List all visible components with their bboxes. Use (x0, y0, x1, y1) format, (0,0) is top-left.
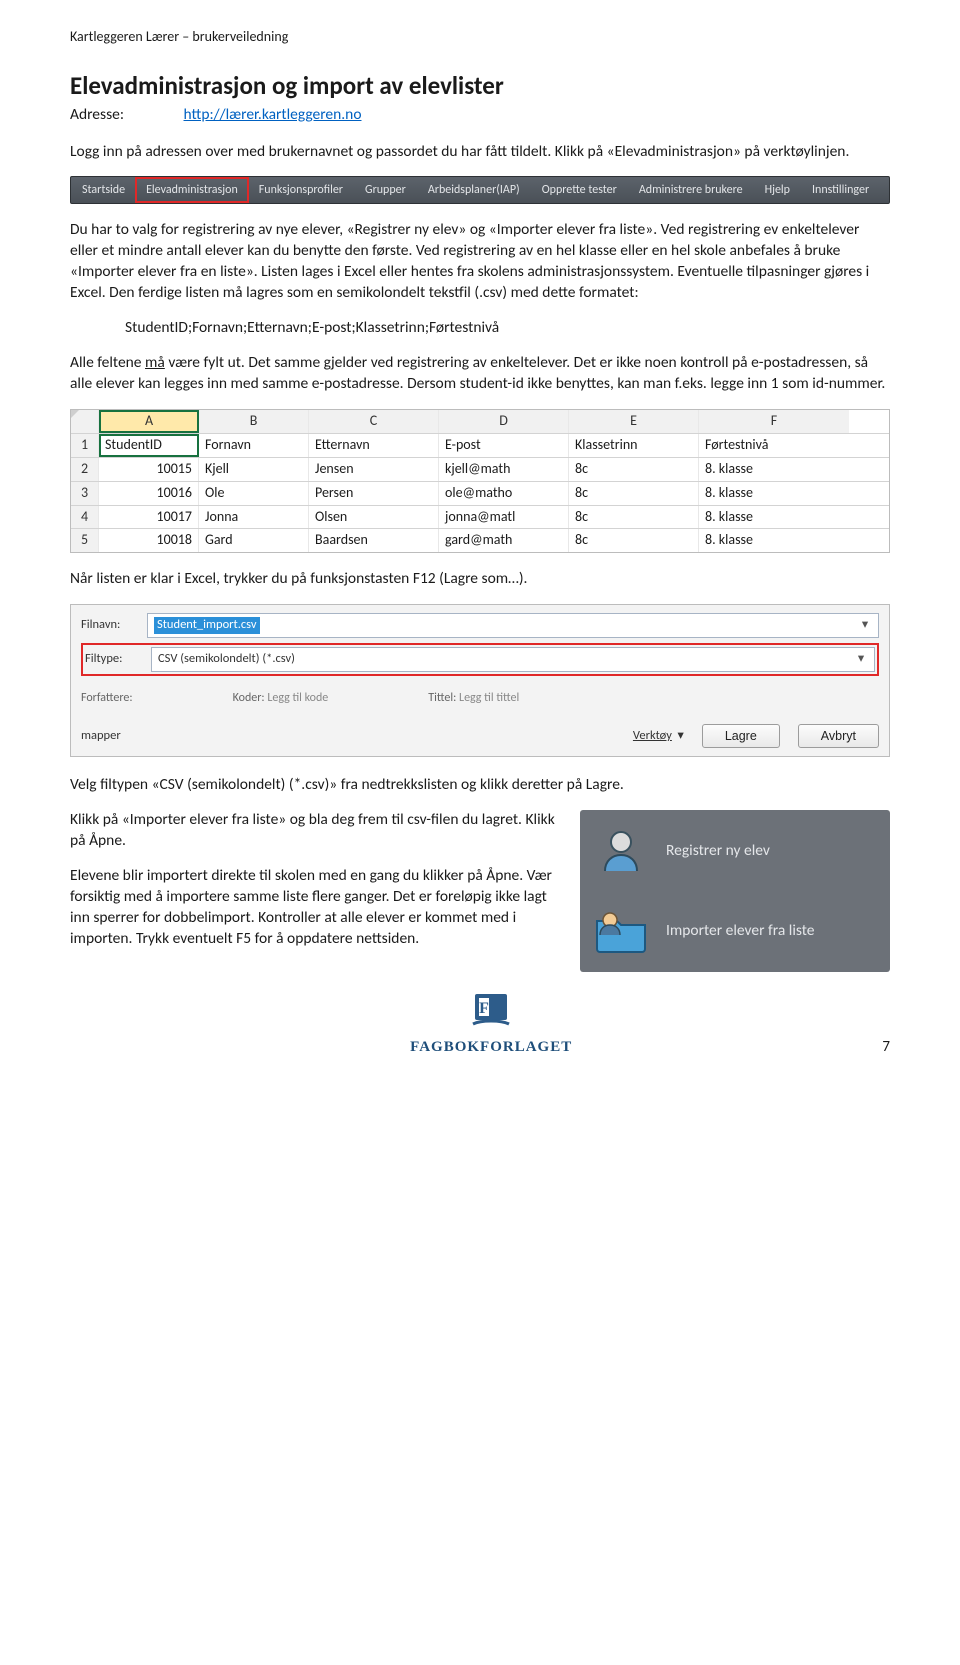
page-title: Elevadministrasjon og import av elevlist… (70, 69, 890, 103)
authors-label: Forfattere: (81, 691, 133, 705)
cell[interactable]: Etternavn (309, 434, 439, 457)
filename-value: Student_import.csv (154, 617, 260, 634)
select-all-cell[interactable] (71, 410, 99, 433)
row-header[interactable]: 3 (71, 482, 99, 505)
document-header: Kartleggeren Lærer – brukerveiledning (70, 28, 890, 47)
cell[interactable]: Persen (309, 482, 439, 505)
svg-text:F: F (479, 1000, 489, 1017)
col-header-c[interactable]: C (309, 410, 439, 433)
cell[interactable]: 8. klasse (699, 506, 849, 529)
page-number: 7 (882, 1037, 890, 1057)
col-header-b[interactable]: B (199, 410, 309, 433)
cell[interactable]: Jonna (199, 506, 309, 529)
cell[interactable]: ole@matho (439, 482, 569, 505)
cell[interactable]: Klassetrinn (569, 434, 699, 457)
tools-dropdown[interactable]: Verktøy ▾ (633, 728, 684, 745)
text: være fylt ut. Det samme gjelder ved regi… (70, 353, 885, 393)
cell[interactable]: 8c (569, 529, 699, 552)
import-students-item[interactable]: Importer elever fra liste (594, 904, 876, 958)
paragraph-1: Du har to valg for registrering av nye e… (70, 220, 890, 304)
chevron-down-icon[interactable]: ▾ (854, 651, 868, 668)
url-link[interactable]: http://lærer.kartleggeren.no (184, 105, 362, 124)
paragraph-2: Alle feltene må være fylt ut. Det samme … (70, 353, 890, 395)
cell[interactable]: 10015 (99, 458, 199, 481)
col-header-f[interactable]: F (699, 410, 849, 433)
split-paragraph-1: Klikk på «Importer elever fra liste» og … (70, 810, 564, 852)
cell[interactable]: gard@math (439, 529, 569, 552)
cell[interactable]: Ole (199, 482, 309, 505)
person-icon (594, 824, 648, 878)
filetype-label: Filtype: (85, 651, 145, 668)
col-header-d[interactable]: D (439, 410, 569, 433)
row-header[interactable]: 5 (71, 529, 99, 552)
publisher-name: FAGBOKFORLAGET (410, 1037, 572, 1057)
tab-innstillinger[interactable]: Innstillinger (801, 177, 880, 203)
cell[interactable]: Kjell (199, 458, 309, 481)
csv-format-line: StudentID;Fornavn;Etternavn;E-post;Klass… (125, 318, 890, 339)
chevron-down-icon[interactable]: ▾ (858, 617, 872, 634)
tab-hjelp[interactable]: Hjelp (754, 177, 801, 203)
cancel-button[interactable]: Avbryt (798, 724, 879, 748)
tab-funksjonsprofiler[interactable]: Funksjonsprofiler (248, 177, 354, 203)
filetype-field[interactable]: CSV (semikolondelt) (*.csv) ▾ (151, 647, 875, 672)
cell[interactable]: Gard (199, 529, 309, 552)
excel-table: A B C D E F 1 StudentID Fornavn Etternav… (70, 409, 890, 553)
codes-label: Koder: (233, 691, 265, 705)
tab-elevadministrasjon[interactable]: Elevadministrasjon (135, 177, 249, 203)
cell[interactable]: Fornavn (199, 434, 309, 457)
app-toolbar: Startside Elevadministrasjon Funksjonspr… (70, 176, 890, 204)
tab-opprette-tester[interactable]: Opprette tester (531, 177, 628, 203)
filetype-value: CSV (semikolondelt) (*.csv) (158, 651, 295, 668)
cell[interactable]: kjell@math (439, 458, 569, 481)
cell[interactable]: 8c (569, 458, 699, 481)
register-student-item[interactable]: Registrer ny elev (594, 824, 876, 878)
tab-grupper[interactable]: Grupper (354, 177, 417, 203)
cell[interactable]: 10018 (99, 529, 199, 552)
cell[interactable]: jonna@matl (439, 506, 569, 529)
folder-person-icon (594, 904, 648, 958)
title-label: Tittel: (428, 691, 456, 705)
cell[interactable]: Baardsen (309, 529, 439, 552)
cell[interactable]: StudentID (99, 434, 199, 457)
tab-startside[interactable]: Startside (71, 177, 136, 203)
filename-label: Filnavn: (81, 617, 141, 634)
text: Alle feltene (70, 353, 145, 372)
tab-administrere-brukere[interactable]: Administrere brukere (628, 177, 754, 203)
paragraph-4: Velg filtypen «CSV (semikolondelt) (*.cs… (70, 775, 890, 796)
publisher-logo: F FAGBOKFORLAGET (410, 990, 572, 1057)
filename-field[interactable]: Student_import.csv ▾ (147, 613, 879, 638)
cell[interactable]: 8c (569, 482, 699, 505)
register-student-label: Registrer ny elev (666, 841, 770, 862)
cell[interactable]: 10017 (99, 506, 199, 529)
address-line: Adresse: http://lærer.kartleggeren.no (70, 105, 890, 126)
folders-label: mapper (81, 728, 121, 745)
address-label: Adresse: (70, 105, 180, 126)
save-dialog: Filnavn: Student_import.csv ▾ Filtype: C… (70, 604, 890, 757)
paragraph-3: Når listen er klar i Excel, trykker du p… (70, 569, 890, 590)
cell[interactable]: 8. klasse (699, 458, 849, 481)
cell[interactable]: 8c (569, 506, 699, 529)
save-button[interactable]: Lagre (702, 724, 780, 748)
row-header[interactable]: 1 (71, 434, 99, 457)
intro-paragraph: Logg inn på adressen over med brukernavn… (70, 142, 890, 163)
cell[interactable]: 10016 (99, 482, 199, 505)
split-paragraph-2: Elevene blir importert direkte til skole… (70, 866, 564, 950)
col-header-a[interactable]: A (99, 410, 199, 433)
text-underline: må (145, 353, 165, 372)
cell[interactable]: 8. klasse (699, 482, 849, 505)
cell[interactable]: Jensen (309, 458, 439, 481)
row-header[interactable]: 2 (71, 458, 99, 481)
row-header[interactable]: 4 (71, 506, 99, 529)
cell[interactable]: Olsen (309, 506, 439, 529)
tab-arbeidsplaner[interactable]: Arbeidsplaner(IAP) (417, 177, 531, 203)
col-header-e[interactable]: E (569, 410, 699, 433)
cell[interactable]: 8. klasse (699, 529, 849, 552)
action-panel: Registrer ny elev Importer elever fra li… (580, 810, 890, 972)
title-placeholder[interactable]: Legg til tittel (459, 691, 519, 705)
codes-placeholder[interactable]: Legg til kode (267, 691, 328, 705)
import-students-label: Importer elever fra liste (666, 921, 815, 942)
cell[interactable]: Førtestnivå (699, 434, 849, 457)
cell[interactable]: E-post (439, 434, 569, 457)
